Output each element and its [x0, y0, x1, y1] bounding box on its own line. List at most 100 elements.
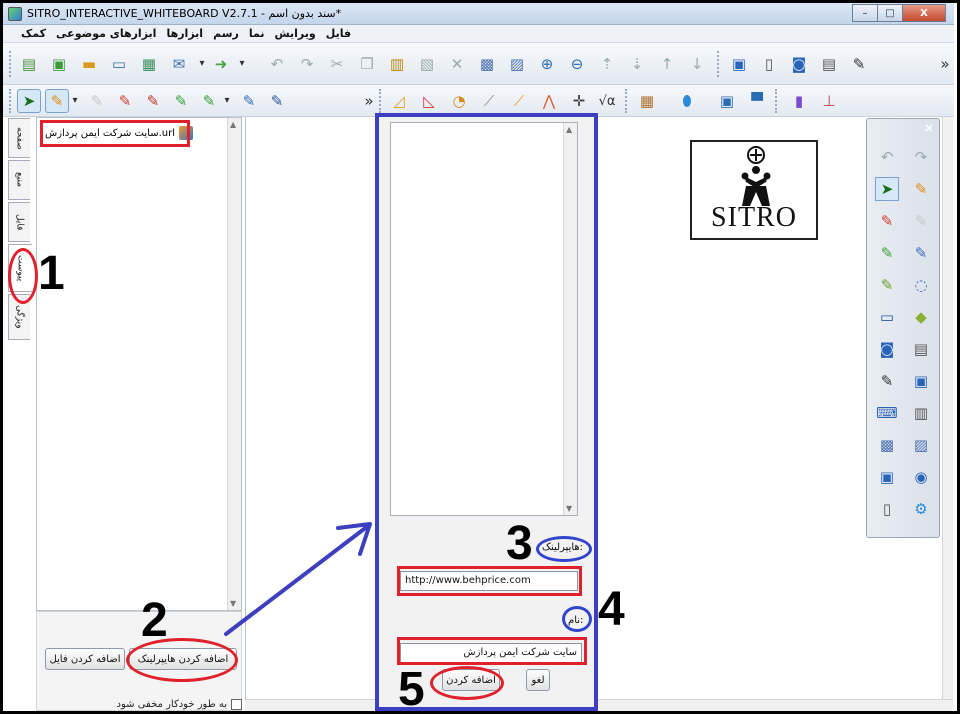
video-camera-icon[interactable]: ▤ [909, 337, 933, 361]
cut-icon[interactable]: ✂ [325, 52, 349, 76]
redo-icon[interactable]: ↷ [909, 145, 933, 169]
toolbar-grip[interactable] [9, 89, 13, 113]
layers-icon[interactable]: ▨ [909, 433, 933, 457]
minimize-button[interactable]: – [852, 4, 878, 22]
paste-special-icon[interactable]: ▧ [415, 52, 439, 76]
copy-icon[interactable]: ❐ [355, 52, 379, 76]
chart-icon[interactable]: ▮ [787, 89, 811, 113]
delete-icon[interactable]: ✕ [445, 52, 469, 76]
ruler-icon[interactable]: ⟋ [507, 89, 531, 113]
fill-icon[interactable]: ◆ [909, 305, 933, 329]
table-icon[interactable]: ▦ [635, 89, 659, 113]
monitor-icon[interactable]: ▣ [909, 369, 933, 393]
menu-item[interactable]: کمک [21, 27, 46, 40]
dropdown-arrow-icon[interactable]: ▾ [69, 89, 81, 113]
camera-icon[interactable]: ◙ [787, 52, 811, 76]
brush-icon[interactable]: ✎ [141, 89, 165, 113]
redo-icon[interactable]: ↷ [295, 52, 319, 76]
set-square-icon[interactable]: ◺ [417, 89, 441, 113]
import-image-icon[interactable]: ▦ [137, 52, 161, 76]
tab-source[interactable]: منبع [8, 160, 30, 200]
clone-icon[interactable]: ▩ [475, 52, 499, 76]
close-button[interactable]: X [902, 4, 946, 22]
menu-item[interactable]: فایل [326, 27, 351, 40]
eraser-icon[interactable]: ✎ [85, 89, 109, 113]
toolbar-grip[interactable] [379, 89, 383, 113]
divider-icon[interactable]: ⋀ [537, 89, 561, 113]
protractor-icon[interactable]: ◔ [447, 89, 471, 113]
undo-icon[interactable]: ↶ [265, 52, 289, 76]
screen-capture-icon[interactable]: ▣ [715, 89, 739, 113]
select-pointer-icon[interactable]: ➤ [875, 177, 899, 201]
layers-icon[interactable]: ▨ [505, 52, 529, 76]
attachment-list[interactable]: سایت شرکت ایمن پردازش.url ▲ ▼ [36, 117, 242, 611]
camera-icon[interactable]: ◙ [875, 337, 899, 361]
pen-icon[interactable]: ✎ [45, 89, 69, 113]
add-file-button[interactable]: اضافه کردن فایل [45, 648, 125, 670]
blue-pen-icon[interactable]: ✎ [909, 241, 933, 265]
screen-icon[interactable]: ▥ [909, 401, 933, 425]
send-backward-icon[interactable]: ⇣ [625, 52, 649, 76]
pen-icon[interactable]: ✎ [909, 177, 933, 201]
fill-icon[interactable]: ✎ [265, 89, 289, 113]
dropdown-arrow-icon[interactable]: ▾ [195, 52, 209, 76]
undo-icon[interactable]: ↶ [875, 145, 899, 169]
zoom-in-icon[interactable]: ⊕ [535, 52, 559, 76]
zoom-out-icon[interactable]: ⊖ [565, 52, 589, 76]
red-pen-icon[interactable]: ✎ [875, 209, 899, 233]
floating-toolbar-close[interactable]: × [924, 121, 934, 135]
rectangle-icon[interactable]: ▭ [875, 305, 899, 329]
open-folder-icon[interactable]: ▬ [77, 52, 101, 76]
axis-icon[interactable]: ✛ [567, 89, 591, 113]
highlighter-icon[interactable]: ✎ [847, 52, 871, 76]
tab-file[interactable]: فایل [8, 202, 30, 242]
maximize-button[interactable]: □ [877, 4, 903, 22]
capsule-icon[interactable]: ⬮ [675, 89, 699, 113]
fullscreen-icon[interactable]: ▣ [727, 52, 751, 76]
graph-icon[interactable]: ⊥ [817, 89, 841, 113]
eraser-icon[interactable]: ✎ [909, 209, 933, 233]
highlighter-icon[interactable]: ✎ [875, 273, 899, 297]
triangle-ruler-icon[interactable]: ◿ [387, 89, 411, 113]
lasso-icon[interactable]: ◌ [909, 273, 933, 297]
email-icon[interactable]: ✉ [167, 52, 191, 76]
toolbar-overflow-button[interactable]: » [939, 52, 951, 76]
settings-gear-icon[interactable]: ⚙ [909, 497, 933, 521]
toolbar-overflow-button[interactable]: » [363, 89, 375, 113]
new-page-icon[interactable]: ▤ [17, 52, 41, 76]
move-up-icon[interactable]: ↑ [655, 52, 679, 76]
marker-icon[interactable]: ✎ [197, 89, 221, 113]
green-pen-icon[interactable]: ✎ [169, 89, 193, 113]
webcam-icon[interactable]: ◉ [909, 465, 933, 489]
dropdown-arrow-icon[interactable]: ▾ [235, 52, 249, 76]
dropdown-arrow-icon[interactable]: ▾ [221, 89, 233, 113]
paste-icon[interactable]: ▥ [385, 52, 409, 76]
move-down-icon[interactable]: ↓ [685, 52, 709, 76]
canvas-vertical-scrollbar[interactable] [942, 117, 953, 699]
menu-item[interactable]: ویرایش [274, 27, 315, 40]
export-icon[interactable]: ➜ [209, 52, 233, 76]
menu-item[interactable]: ابزارهای موضوعی [56, 27, 156, 40]
scroll-up-arrow[interactable]: ▲ [230, 120, 236, 129]
clone-icon[interactable]: ▩ [875, 433, 899, 457]
mouse-icon[interactable]: ▯ [757, 52, 781, 76]
fullscreen-icon[interactable]: ▣ [875, 465, 899, 489]
select-pointer-icon[interactable]: ➤ [17, 89, 41, 113]
shade-icon[interactable]: ▀ [745, 89, 769, 113]
menu-item[interactable]: ابزارها [166, 27, 203, 40]
tab-page[interactable]: صفحه [8, 118, 30, 158]
red-pen-icon[interactable]: ✎ [113, 89, 137, 113]
mouse-icon[interactable]: ▯ [875, 497, 899, 521]
menu-item[interactable]: رسم [213, 27, 239, 40]
toolbar-grip[interactable] [9, 51, 13, 77]
blue-pen-icon[interactable]: ✎ [237, 89, 261, 113]
add-page-icon[interactable]: ▣ [47, 52, 71, 76]
canvas-horizontal-scrollbar[interactable] [245, 699, 953, 711]
marker-icon[interactable]: ✎ [875, 369, 899, 393]
keyboard-icon[interactable]: ⌨ [875, 401, 899, 425]
video-camera-icon[interactable]: ▤ [817, 52, 841, 76]
menu-item[interactable]: نما [249, 27, 265, 40]
bring-to-front-icon[interactable]: ⇡ [595, 52, 619, 76]
auto-hide-checkbox[interactable] [231, 698, 242, 710]
formula-icon[interactable]: √α [595, 89, 619, 113]
